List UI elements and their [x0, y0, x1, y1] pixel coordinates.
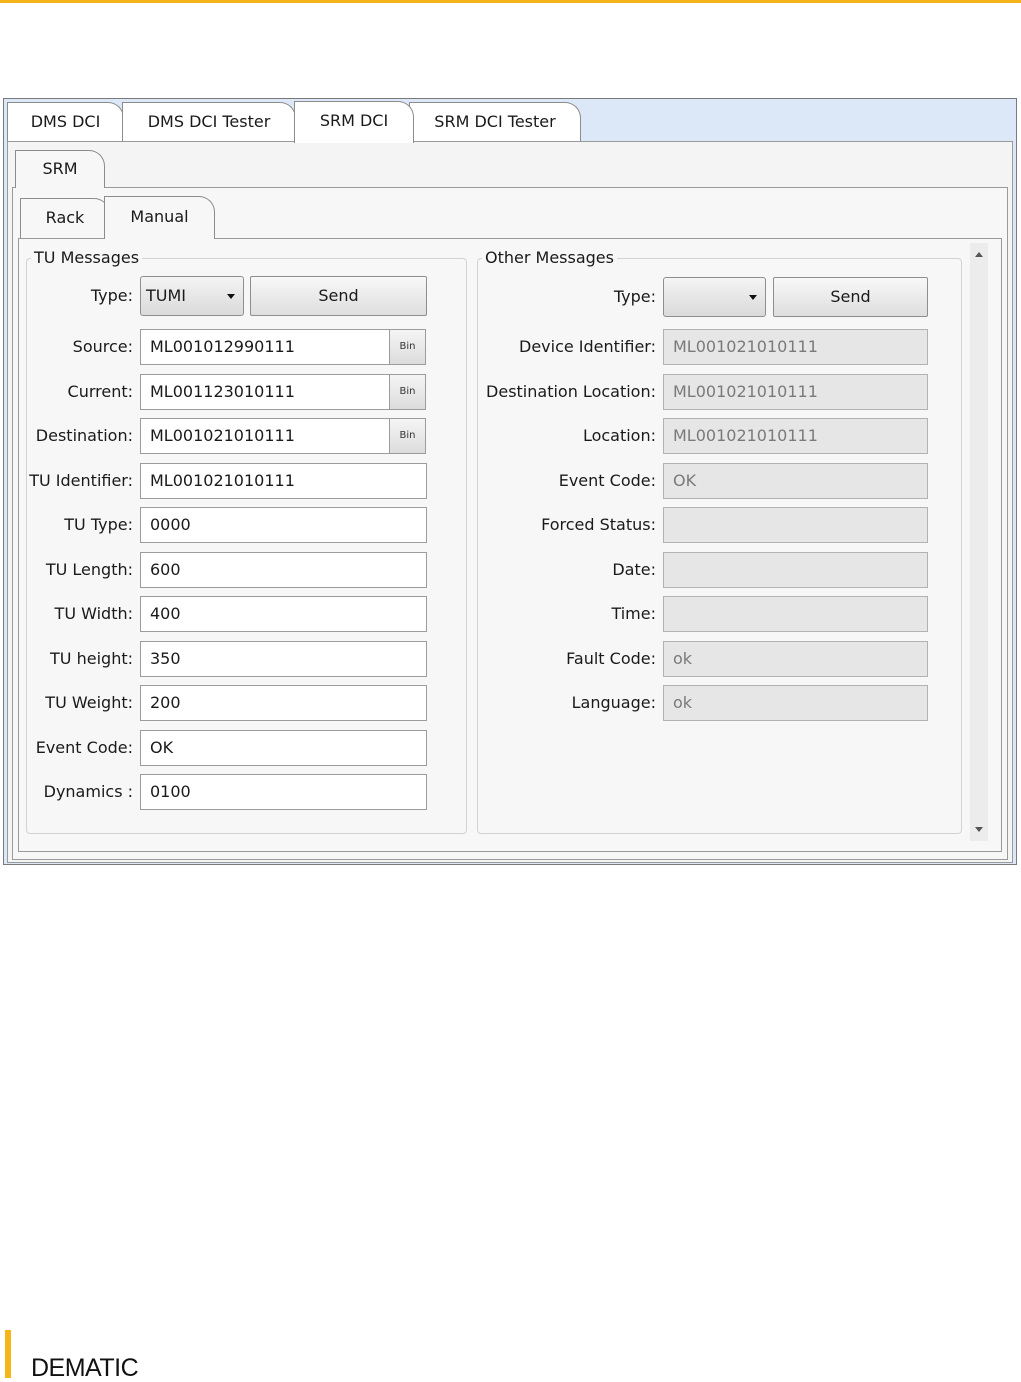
tu-type-field[interactable]: 0000: [140, 507, 427, 543]
tu-weight-label: TU Weight:: [45, 693, 133, 712]
date-label: Date:: [612, 560, 656, 579]
source-label: Source:: [72, 337, 133, 356]
location-field: ML001021010111: [663, 418, 928, 454]
tu-width-field[interactable]: 400: [140, 596, 427, 632]
tu-event-code-field[interactable]: OK: [140, 730, 427, 766]
chevron-down-icon: [749, 295, 757, 300]
forced-status-field: [663, 507, 928, 543]
tu-width-label: TU Width:: [54, 604, 133, 623]
current-field[interactable]: ML001123010111: [140, 374, 390, 410]
other-messages-title: Other Messages: [482, 248, 617, 268]
tu-height-field[interactable]: 350: [140, 641, 427, 677]
destination-location-label: Destination Location:: [486, 382, 656, 401]
tu-length-field[interactable]: 600: [140, 552, 427, 588]
srm-dci-pane: SRM Rack Manual TU Messages Type: TUMI S…: [7, 141, 1013, 863]
forced-status-label: Forced Status:: [541, 515, 656, 534]
tu-event-code-label: Event Code:: [35, 738, 133, 757]
tu-type-label: TU Type:: [64, 515, 133, 534]
srm-pane: Rack Manual TU Messages Type: TUMI Send …: [12, 187, 1008, 860]
other-event-code-field: OK: [663, 463, 928, 499]
other-send-button[interactable]: Send: [773, 277, 928, 317]
device-identifier-field: ML001021010111: [663, 329, 928, 365]
destination-bin-button[interactable]: Bin: [389, 418, 426, 454]
source-bin-button[interactable]: Bin: [389, 329, 426, 365]
tu-type-dropdown-value: TUMI: [146, 286, 187, 305]
destination-label: Destination:: [35, 426, 133, 445]
tab-srm-dci-tester[interactable]: SRM DCI Tester: [409, 102, 581, 142]
app-window: DMS DCI DMS DCI Tester SRM DCI SRM DCI T…: [3, 98, 1017, 865]
tab-srm-dci[interactable]: SRM DCI: [294, 101, 414, 143]
vertical-scrollbar[interactable]: [970, 243, 988, 841]
brand-accent-bar: [5, 1330, 11, 1378]
date-field: [663, 552, 928, 588]
other-type-dropdown[interactable]: [663, 277, 766, 317]
time-label: Time:: [611, 604, 656, 623]
tu-identifier-field[interactable]: ML001021010111: [140, 463, 427, 499]
scroll-up-arrow-icon[interactable]: [975, 252, 983, 257]
top-accent-line: [0, 0, 1021, 3]
tu-send-button[interactable]: Send: [250, 276, 427, 316]
chevron-down-icon: [227, 294, 235, 299]
tab-dms-dci-tester[interactable]: DMS DCI Tester: [122, 102, 296, 142]
time-field: [663, 596, 928, 632]
fault-code-label: Fault Code:: [566, 649, 656, 668]
fault-code-field: ok: [663, 641, 928, 677]
tu-type-select-label: Type:: [90, 286, 133, 305]
tab-manual[interactable]: Manual: [104, 196, 215, 239]
language-label: Language:: [571, 693, 656, 712]
dynamics-label: Dynamics :: [43, 782, 133, 801]
other-type-select-label: Type:: [613, 287, 656, 306]
tu-messages-title: TU Messages: [31, 248, 143, 268]
source-field[interactable]: ML001012990111: [140, 329, 390, 365]
tu-height-label: TU height:: [50, 649, 133, 668]
device-identifier-label: Device Identifier:: [519, 337, 656, 356]
current-label: Current:: [67, 382, 133, 401]
destination-field[interactable]: ML001021010111: [140, 418, 390, 454]
tu-identifier-label: TU Identifier:: [29, 471, 133, 490]
tab-dms-dci[interactable]: DMS DCI: [7, 102, 124, 142]
dynamics-field[interactable]: 0100: [140, 774, 427, 810]
current-bin-button[interactable]: Bin: [389, 374, 426, 410]
scroll-down-arrow-icon[interactable]: [975, 827, 983, 832]
tab-rack[interactable]: Rack: [20, 198, 110, 238]
tu-type-dropdown[interactable]: TUMI: [140, 276, 244, 316]
language-field: ok: [663, 685, 928, 721]
other-event-code-label: Event Code:: [558, 471, 656, 490]
destination-location-field: ML001021010111: [663, 374, 928, 410]
tab-srm[interactable]: SRM: [15, 150, 105, 188]
tu-weight-field[interactable]: 200: [140, 685, 427, 721]
manual-pane: TU Messages Type: TUMI Send Source: ML00…: [18, 238, 1002, 852]
tu-length-label: TU Length:: [45, 560, 133, 579]
location-label: Location:: [582, 426, 656, 445]
